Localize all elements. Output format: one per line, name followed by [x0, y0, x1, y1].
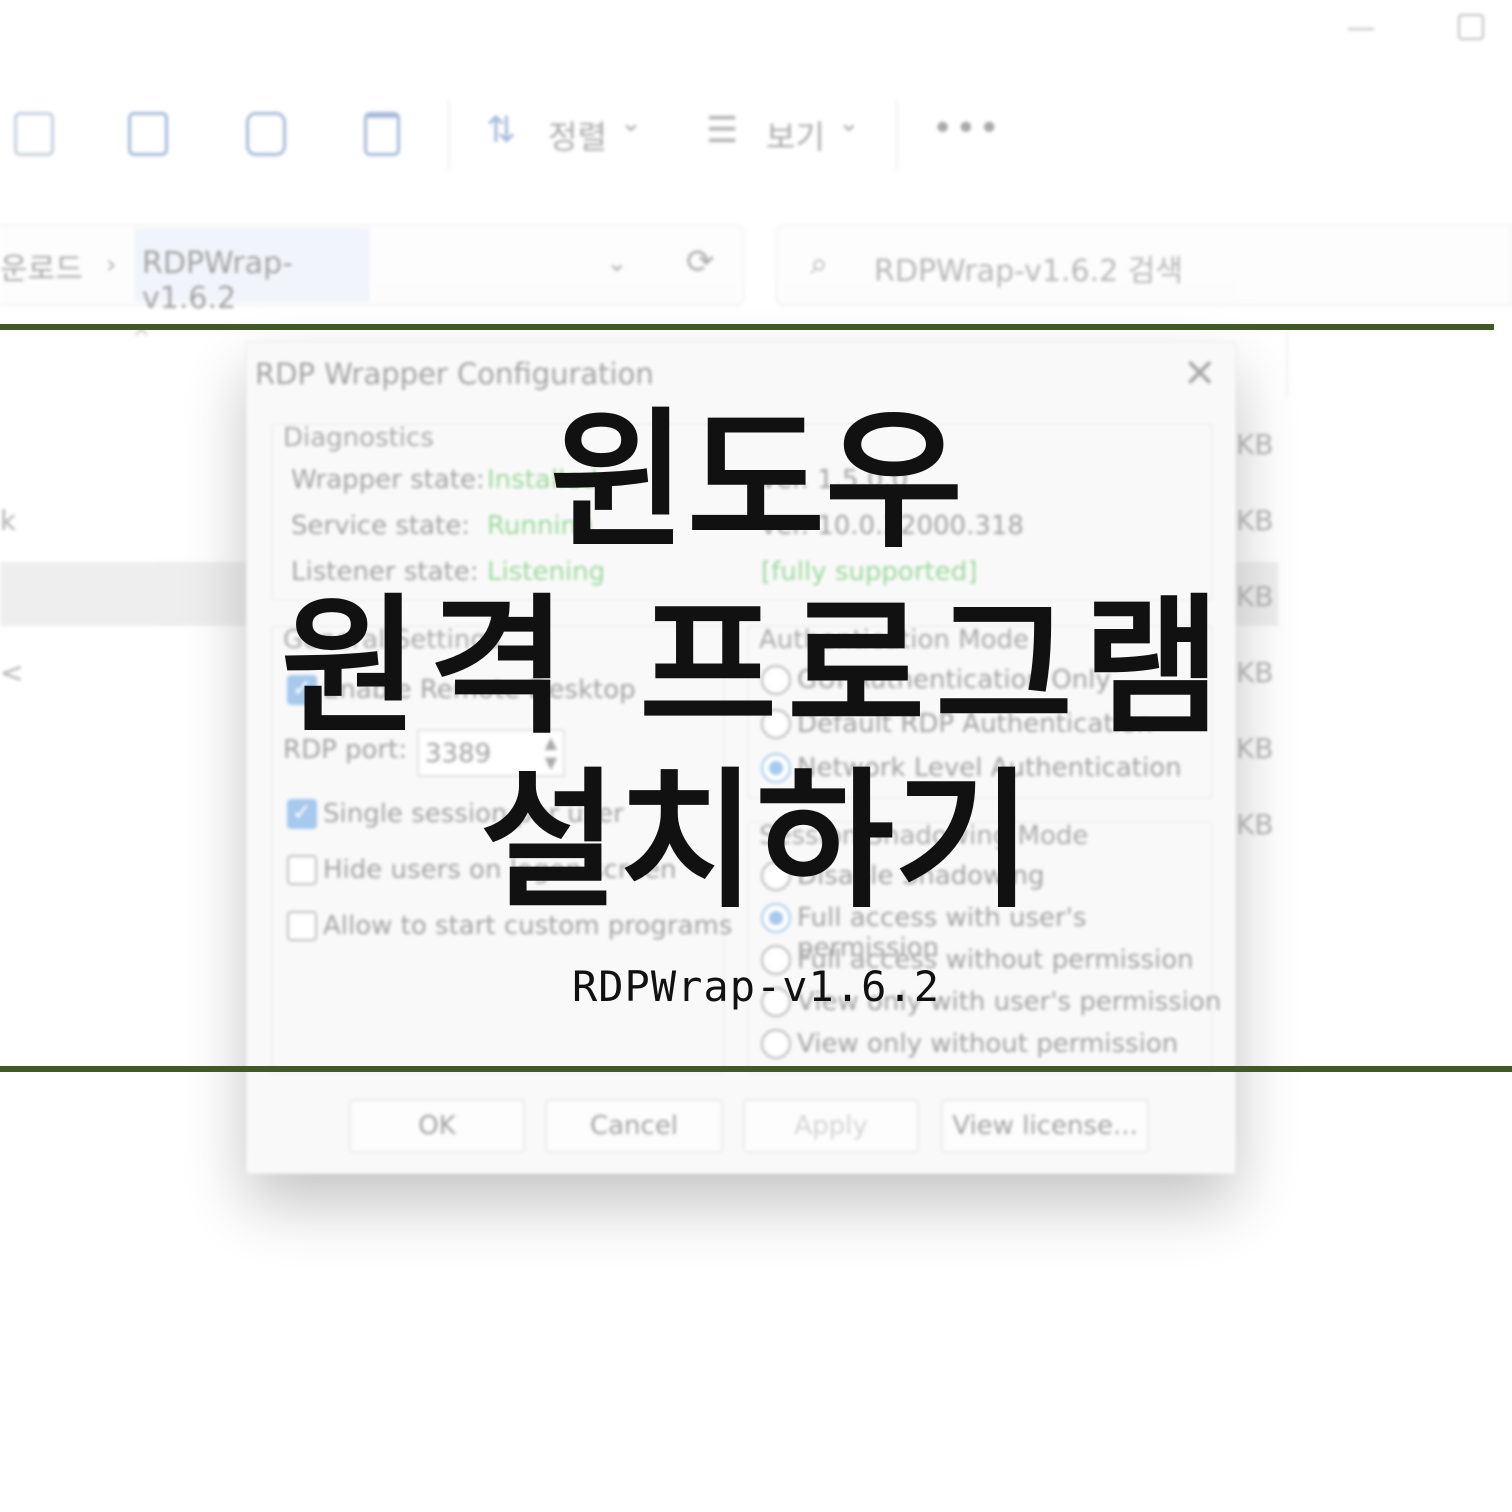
view-license-button[interactable]: View license... [941, 1099, 1149, 1153]
cancel-button[interactable]: Cancel [545, 1099, 723, 1153]
apply-button[interactable]: Apply [743, 1099, 919, 1153]
refresh-icon[interactable]: ⟳ [686, 242, 715, 282]
chevron-down-icon: ⌄ [838, 108, 860, 138]
headline-subtitle: RDPWrap-v1.6.2 [571, 962, 940, 1011]
toolbar-separator [448, 100, 450, 170]
column-divider [1286, 330, 1288, 396]
search-placeholder: RDPWrap-v1.6.2 검색 [874, 254, 1183, 289]
view-icon[interactable]: ☰ [706, 110, 738, 151]
headline-line-1: 윈도우 [548, 395, 963, 569]
share-icon[interactable] [246, 112, 286, 156]
paste-icon[interactable] [14, 112, 54, 156]
breadcrumb-downloads[interactable]: 운로드 [0, 244, 83, 288]
breadcrumb-current-label: RDPWrap-v1.6.2 [142, 246, 293, 316]
shadow-view-no-permission-radio[interactable] [761, 1029, 791, 1059]
view-button-label[interactable]: 보기 [766, 112, 825, 158]
close-icon[interactable]: ✕ [1183, 351, 1217, 397]
sort-icon[interactable]: ⇅ [486, 110, 516, 151]
toolbar-separator [896, 100, 898, 170]
shadow-view-no-permission-label: View only without permission [797, 1029, 1179, 1059]
breadcrumb-separator-icon: › [106, 250, 117, 280]
more-options-icon[interactable]: ••• [932, 108, 1002, 149]
search-icon: ⌕ [810, 244, 828, 282]
delete-icon[interactable] [364, 112, 400, 156]
ok-button[interactable]: OK [349, 1099, 525, 1153]
top-divider-line [0, 324, 1494, 330]
headline-line-2: 원격 프로그램 [280, 581, 1232, 755]
headline-line-3: 설치하기 [479, 755, 1032, 929]
rename-icon[interactable] [128, 112, 168, 156]
minimize-icon[interactable] [1346, 6, 1376, 36]
explorer-toolbar [0, 90, 1512, 180]
address-dropdown-icon[interactable]: ⌄ [606, 248, 628, 278]
breadcrumb-current[interactable]: RDPWrap-v1.6.2 [134, 228, 370, 316]
bottom-divider-line [0, 1066, 1512, 1072]
dialog-title: RDP Wrapper Configuration [255, 357, 654, 391]
chevron-down-icon: ⌄ [620, 108, 642, 138]
sort-button-label[interactable]: 정렬 [548, 112, 607, 158]
maximize-icon[interactable] [1458, 14, 1484, 40]
